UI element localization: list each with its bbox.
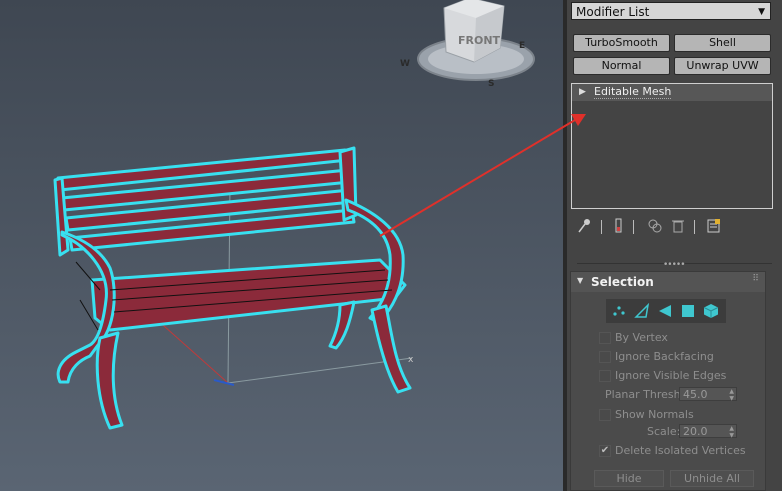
planar-thresh-value: 45.0 [683,388,708,401]
viewcube[interactable]: FRONT W S E [400,0,535,89]
shell-button[interactable]: Shell [674,34,771,52]
spinner-arrows-icon[interactable]: ▲ ▼ [729,388,734,402]
svg-text:x: x [408,355,414,365]
ignore-visible-edges-label: Ignore Visible Edges [615,369,727,382]
ignore-visible-edges-checkbox[interactable] [599,370,611,382]
by-vertex-label: By Vertex [615,331,668,344]
viewport-scene[interactable]: x x [0,0,563,491]
polygon-icon[interactable] [680,303,696,319]
show-normals-checkbox[interactable] [599,409,611,421]
modifier-list-dropdown[interactable]: Modifier List ▼ [571,2,771,20]
bench-model[interactable] [53,146,412,430]
remove-modifier-icon[interactable] [671,218,685,236]
spinner-arrows-icon[interactable]: ▲ ▼ [729,425,734,439]
edge-icon[interactable] [634,302,650,319]
vertex-icon[interactable] [611,303,627,319]
ignore-backfacing-checkbox[interactable] [599,351,611,363]
toolbar-separator [633,220,634,234]
toolbar-separator [601,220,602,234]
modifier-stack[interactable]: ▶ Editable Mesh [571,83,773,209]
delete-isolated-vertices-label: Delete Isolated Vertices [615,444,746,457]
element-icon[interactable] [703,303,719,319]
normal-button[interactable]: Normal [573,57,670,75]
stack-item-label: Editable Mesh [594,85,672,99]
show-end-result-icon[interactable] [614,218,624,236]
toolbar-separator [694,220,695,234]
planar-thresh-label: Planar Thresh: [605,388,685,401]
chevron-down-icon: ▼ [758,7,765,17]
unhide-all-button[interactable]: Unhide All [670,470,754,487]
selection-title: Selection [591,275,654,289]
configure-modifier-sets-icon[interactable] [706,218,722,236]
delete-isolated-vertices-checkbox[interactable]: ✔ [599,445,611,457]
collapse-arrow-icon[interactable]: ▼ [577,276,583,285]
compass-south: S [488,79,494,89]
face-icon[interactable] [657,303,673,319]
modifier-list-label: Modifier List [576,5,650,19]
show-normals-label: Show Normals [615,408,694,421]
modify-panel: Modifier List ▼ TurboSmooth Shell Normal… [567,0,782,491]
compass-east: E [519,41,525,51]
compass-west: W [400,59,410,69]
scale-label: Scale: [647,425,681,438]
planar-thresh-spinner[interactable]: 45.0 ▲ ▼ [679,387,737,402]
selection-rollout-header[interactable]: ▼ Selection ⠿ [571,272,765,292]
turbosmooth-button[interactable]: TurboSmooth [573,34,670,52]
viewport[interactable]: x x [0,0,563,491]
scale-spinner[interactable]: 20.0 ▲ ▼ [679,424,737,439]
rollout-drag-handle[interactable]: ⠿ [752,274,759,284]
ignore-backfacing-label: Ignore Backfacing [615,350,714,363]
expand-arrow-icon[interactable]: ▶ [579,87,586,97]
scale-value: 20.0 [683,425,708,438]
viewcube-face-label: FRONT [458,34,501,47]
make-unique-icon[interactable] [647,218,663,236]
panel-grip[interactable]: ••••• [663,260,686,270]
hide-button[interactable]: Hide [594,470,664,487]
selection-rollout: ▼ Selection ⠿ By Vertex Ignore Backfacin… [570,271,766,491]
pin-stack-icon[interactable] [577,218,591,236]
by-vertex-checkbox[interactable] [599,332,611,344]
unwrap-uvw-button[interactable]: Unwrap UVW [674,57,771,75]
subobject-level-bar [606,299,726,323]
stack-item-editable-mesh[interactable]: ▶ Editable Mesh [572,84,772,101]
